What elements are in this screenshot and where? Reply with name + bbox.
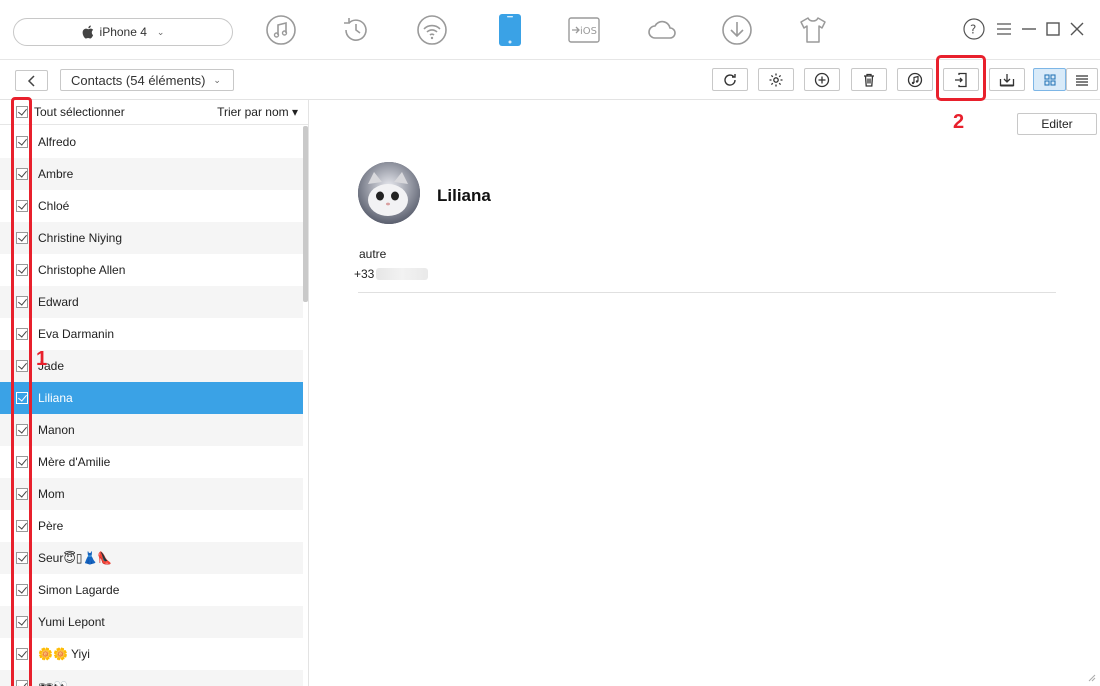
contact-name-label: Chloé xyxy=(38,199,70,213)
contact-row[interactable]: Seur😇▯👗👠 xyxy=(0,542,303,574)
trash-icon xyxy=(864,73,874,87)
contact-name: Liliana xyxy=(437,186,491,205)
contact-row[interactable]: 🌼🌼 Yiyi xyxy=(0,638,303,670)
annotation-number-1: 1 xyxy=(36,348,48,370)
select-all-label: Tout sélectionner xyxy=(34,105,125,119)
plus-circle-icon xyxy=(814,72,830,87)
contact-row[interactable]: Christine Niying xyxy=(0,222,303,254)
phone-type-label: autre xyxy=(359,247,387,261)
contact-name-label: Alfredo xyxy=(38,135,77,149)
wifi-icon[interactable] xyxy=(416,13,448,47)
contact-row[interactable]: Chloé xyxy=(0,190,303,222)
export-to-computer-button[interactable] xyxy=(989,68,1025,91)
to-itunes-button[interactable] xyxy=(897,68,933,91)
contact-row[interactable]: Christophe Allen xyxy=(0,254,303,286)
contact-row[interactable]: Eva Darmanin xyxy=(0,318,303,350)
grid-view-button[interactable] xyxy=(1033,68,1066,91)
chevron-left-icon xyxy=(27,74,35,87)
contact-row[interactable]: Ambre xyxy=(0,158,303,190)
contacts-dropdown-label: Contacts (54 éléments) xyxy=(71,72,206,88)
itunes-icon xyxy=(907,72,923,87)
settings-button[interactable] xyxy=(758,68,794,91)
help-icon[interactable]: ? xyxy=(963,18,985,40)
top-bar: iPhone 4 ⌄ iOS ? xyxy=(0,0,1100,60)
contact-name-label: Mom xyxy=(38,487,65,501)
maximize-icon[interactable] xyxy=(1042,18,1064,40)
contact-name-label: Mère d'Amilie xyxy=(38,455,111,469)
contact-name-label: 🕶👀 xyxy=(38,679,69,686)
svg-text:iOS: iOS xyxy=(580,26,597,37)
contact-name-label: Eva Darmanin xyxy=(38,327,115,341)
phone-manager-icon[interactable] xyxy=(494,13,526,47)
minimize-icon[interactable] xyxy=(1018,18,1040,40)
delete-button[interactable] xyxy=(851,68,887,91)
contact-row[interactable]: Yumi Lepont xyxy=(0,606,303,638)
export-icon xyxy=(999,73,1015,86)
icloud-icon[interactable] xyxy=(646,13,678,47)
phone-prefix: +33 xyxy=(354,267,375,281)
list-scrollbar[interactable] xyxy=(303,126,308,302)
refresh-button[interactable] xyxy=(712,68,748,91)
chevron-down-icon: ⌄ xyxy=(213,74,221,85)
contact-avatar xyxy=(358,162,420,224)
device-selector[interactable]: iPhone 4 ⌄ xyxy=(13,18,233,46)
contact-row[interactable]: Mère d'Amilie xyxy=(0,446,303,478)
ios-mover-icon[interactable]: iOS xyxy=(568,13,600,47)
contact-name-label: Simon Lagarde xyxy=(38,583,120,597)
contact-name-label: Christophe Allen xyxy=(38,263,126,277)
chevron-down-icon: ⌄ xyxy=(156,26,165,37)
contacts-list: Alfredo Ambre Chloé Christine Niying Christo… xyxy=(0,126,303,686)
contact-detail-pane: Editer Liliana autre +33 xyxy=(310,100,1100,686)
apple-icon xyxy=(82,25,93,39)
device-name: iPhone 4 xyxy=(99,25,147,39)
back-button[interactable] xyxy=(15,70,48,91)
contact-row[interactable]: Père xyxy=(0,510,303,542)
divider xyxy=(358,292,1056,293)
contact-name-label: Edward xyxy=(38,295,79,309)
contact-row[interactable]: Simon Lagarde xyxy=(0,574,303,606)
menu-icon[interactable] xyxy=(993,18,1015,40)
resize-grip-icon[interactable] xyxy=(1088,674,1096,682)
app-window: iPhone 4 ⌄ iOS ? Contacts (54 éléments) … xyxy=(0,0,1100,686)
history-icon[interactable] xyxy=(340,13,372,47)
contact-name-label: Père xyxy=(38,519,64,533)
tshirt-icon[interactable] xyxy=(797,13,829,47)
music-icon[interactable] xyxy=(265,13,297,47)
refresh-icon xyxy=(724,73,736,86)
list-view-button[interactable] xyxy=(1066,68,1098,91)
gear-icon xyxy=(769,73,783,86)
contact-name-label: Christine Niying xyxy=(38,231,123,245)
download-icon[interactable] xyxy=(721,13,753,47)
close-icon[interactable] xyxy=(1066,18,1088,40)
toolbar: Contacts (54 éléments) ⌄ xyxy=(0,60,1100,100)
contact-name-label: 🌼🌼 Yiyi xyxy=(38,647,90,661)
contacts-list-pane: Tout sélectionner Trier par nom ▾ Alfred… xyxy=(0,100,309,686)
contacts-dropdown[interactable]: Contacts (54 éléments) ⌄ xyxy=(60,69,234,91)
checkbox-highlight-annotation xyxy=(11,97,32,686)
grid-icon xyxy=(1043,73,1056,86)
list-header: Tout sélectionner Trier par nom ▾ xyxy=(0,100,308,125)
contact-row[interactable]: Manon xyxy=(0,414,303,446)
blurred-phone-digits xyxy=(376,268,429,280)
contact-name-label: Seur😇▯👗👠 xyxy=(38,551,113,565)
edit-button[interactable]: Editer xyxy=(1017,113,1097,135)
contact-row[interactable]: Alfredo xyxy=(0,126,303,158)
add-button[interactable] xyxy=(804,68,840,91)
import-highlight-annotation xyxy=(936,55,986,101)
svg-text:?: ? xyxy=(970,23,976,37)
list-icon xyxy=(1076,74,1088,86)
contact-name-label: Liliana xyxy=(38,391,73,405)
contact-row[interactable]: 🕶👀 xyxy=(0,670,303,686)
phone-number: +33 xyxy=(354,267,429,281)
contact-name-label: Yumi Lepont xyxy=(38,615,105,629)
contact-row[interactable]: Liliana xyxy=(0,382,303,414)
contact-name-label: Ambre xyxy=(38,167,74,181)
contact-row[interactable]: Mom xyxy=(0,478,303,510)
sort-dropdown[interactable]: Trier par nom ▾ xyxy=(217,105,298,119)
contact-row[interactable]: Edward xyxy=(0,286,303,318)
contact-name-label: Manon xyxy=(38,423,75,437)
